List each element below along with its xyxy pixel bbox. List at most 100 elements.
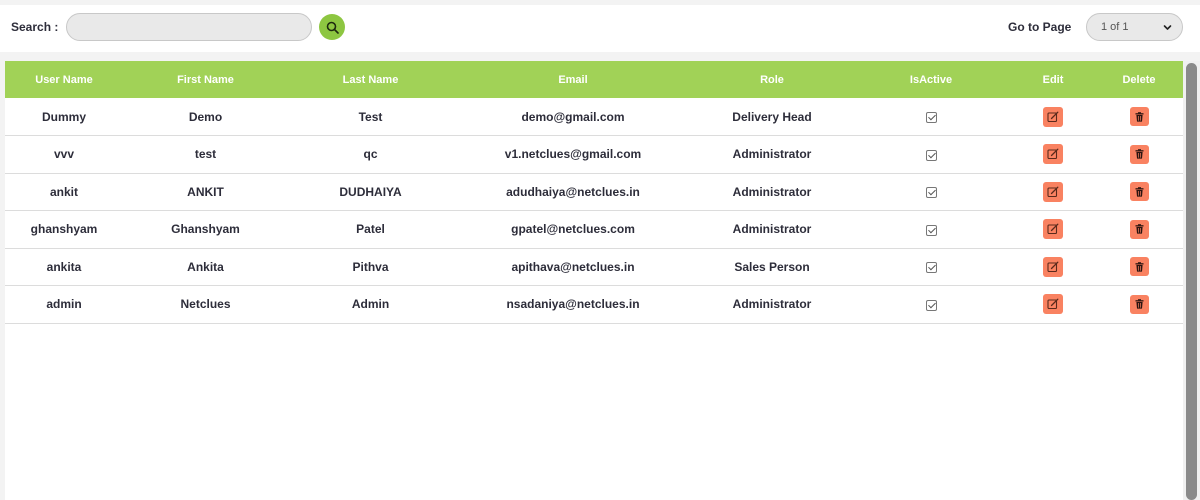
page-select-value: 1 of 1 xyxy=(1101,21,1129,33)
search-label: Search : xyxy=(11,20,59,34)
cell-isactive xyxy=(851,248,1011,286)
cell-first-name: Demo xyxy=(188,109,223,124)
cell-first-name: Netclues xyxy=(180,297,231,312)
cell-last-name: qc xyxy=(363,147,378,162)
cell-last-name: Pithva xyxy=(352,259,389,274)
cell-first-name: ANKIT xyxy=(187,184,224,199)
cell-edit xyxy=(1011,173,1095,211)
table-row: ankita Ankita Pithva apithava@netclues.in Sa… xyxy=(5,248,1183,286)
trash-icon xyxy=(1135,111,1143,122)
cell-role: Sales Person xyxy=(734,259,810,274)
table-header-row: User Name First Name Last Name Email Rol… xyxy=(5,61,1183,98)
edit-icon xyxy=(1047,186,1059,197)
edit-icon xyxy=(1047,223,1059,235)
cell-user-name: ankit xyxy=(49,184,78,199)
cell-delete xyxy=(1095,136,1183,174)
cell-last-name: Patel xyxy=(356,222,385,237)
delete-button[interactable] xyxy=(1129,107,1149,126)
cell-delete xyxy=(1095,173,1183,211)
table-row: admin Netclues Admin nsadaniya@netclues.in A… xyxy=(5,286,1183,324)
table-row: ghanshyam Ghanshyam Patel gpatel@netclues.c… xyxy=(5,211,1183,249)
cell-last-name: DUDHAIYA xyxy=(339,184,402,199)
cell-user-name: ghanshyam xyxy=(30,222,98,237)
isactive-checkbox[interactable] xyxy=(925,149,937,161)
column-header-delete: Delete xyxy=(1122,73,1156,86)
delete-button[interactable] xyxy=(1129,182,1149,202)
toolbar: Search : Go to Page 1 of 1 xyxy=(0,5,1200,52)
delete-button[interactable] xyxy=(1129,294,1149,314)
delete-button[interactable] xyxy=(1129,219,1149,239)
cell-first-name: Ankita xyxy=(187,259,224,274)
column-header-email[interactable]: Email xyxy=(453,61,693,98)
column-header-isactive[interactable]: IsActive xyxy=(851,61,1011,98)
isactive-checkbox[interactable] xyxy=(925,262,937,274)
cell-delete xyxy=(1095,286,1183,324)
search-icon xyxy=(326,21,339,34)
column-header-edit: Edit xyxy=(1042,73,1064,86)
go-to-page-label: Go to Page xyxy=(1008,20,1072,34)
edit-button[interactable] xyxy=(1043,181,1063,202)
cell-email: demo@gmail.com xyxy=(521,109,625,124)
edit-icon xyxy=(1047,148,1059,160)
isactive-checkbox[interactable] xyxy=(925,224,937,236)
trash-icon xyxy=(1135,149,1143,159)
edit-icon xyxy=(1047,261,1059,272)
table-body: Dummy Demo Test demo@gmail.com Delivery Head… xyxy=(5,98,1183,323)
cell-isactive xyxy=(851,286,1011,324)
cell-last-name: Admin xyxy=(351,297,390,312)
cell-isactive xyxy=(851,173,1011,211)
cell-isactive xyxy=(851,136,1011,174)
cell-delete xyxy=(1095,248,1183,286)
table-row: ankit ANKIT DUDHAIYA adudhaiya@netclues.in A… xyxy=(5,173,1183,211)
scrollbar-thumb[interactable] xyxy=(1186,63,1197,500)
cell-edit xyxy=(1011,211,1095,249)
cell-edit xyxy=(1011,98,1095,136)
vertical-scrollbar[interactable] xyxy=(1183,61,1200,500)
cell-role: Administrator xyxy=(732,147,812,162)
edit-button[interactable] xyxy=(1043,294,1063,315)
cell-edit xyxy=(1011,286,1095,324)
cell-isactive xyxy=(851,211,1011,249)
column-header-user-name[interactable]: User Name xyxy=(5,61,123,98)
delete-button[interactable] xyxy=(1129,257,1149,277)
isactive-checkbox[interactable] xyxy=(925,187,937,199)
edit-icon xyxy=(1047,298,1059,310)
cell-user-name: vvv xyxy=(53,147,75,162)
trash-icon xyxy=(1135,224,1143,234)
cell-user-name: Dummy xyxy=(41,109,86,124)
delete-button[interactable] xyxy=(1129,144,1149,164)
cell-edit xyxy=(1011,248,1095,286)
cell-delete xyxy=(1095,98,1183,136)
search-input[interactable] xyxy=(66,13,312,41)
cell-email: v1.netclues@gmail.com xyxy=(504,147,642,162)
table-row: Dummy Demo Test demo@gmail.com Delivery Head xyxy=(5,98,1183,136)
cell-role: Administrator xyxy=(732,297,812,312)
isactive-checkbox[interactable] xyxy=(925,299,937,311)
chevron-down-icon xyxy=(1163,25,1172,30)
cell-role: Delivery Head xyxy=(732,109,812,124)
column-header-last-name[interactable]: Last Name xyxy=(288,61,453,98)
cell-isactive xyxy=(851,98,1011,136)
page-select[interactable]: 1 of 1 xyxy=(1086,13,1183,41)
cell-edit xyxy=(1011,136,1095,174)
edit-icon xyxy=(1047,111,1059,122)
cell-first-name: Ghanshyam xyxy=(171,222,240,237)
edit-button[interactable] xyxy=(1043,144,1063,165)
isactive-checkbox[interactable] xyxy=(925,111,937,123)
cell-email: gpatel@netclues.com xyxy=(511,222,635,237)
column-header-first-name[interactable]: First Name xyxy=(123,61,288,98)
edit-button[interactable] xyxy=(1043,256,1063,277)
column-header-role[interactable]: Role xyxy=(693,61,851,98)
trash-icon xyxy=(1135,299,1143,309)
edit-button[interactable] xyxy=(1043,219,1063,240)
search-button[interactable] xyxy=(319,14,345,40)
table-row: vvv test qc v1.netclues@gmail.com Administra… xyxy=(5,136,1183,174)
trash-icon xyxy=(1135,186,1143,197)
cell-delete xyxy=(1095,211,1183,249)
edit-button[interactable] xyxy=(1043,106,1063,127)
cell-user-name: admin xyxy=(46,297,82,312)
cell-email: adudhaiya@netclues.in xyxy=(506,184,640,199)
trash-icon xyxy=(1135,261,1143,272)
cell-user-name: ankita xyxy=(46,259,82,274)
cell-email: nsadaniya@netclues.in xyxy=(506,297,640,312)
